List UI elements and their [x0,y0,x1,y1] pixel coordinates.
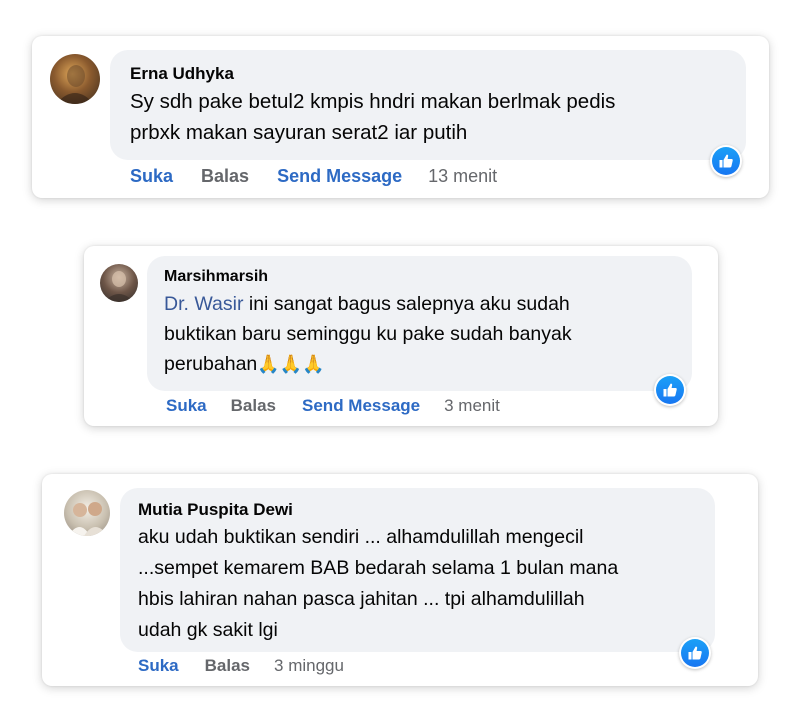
comment-card: Marsihmarsih Dr. Wasir ini sangat bagus … [84,246,718,426]
reply-link[interactable]: Balas [205,656,250,676]
comment-author[interactable]: Mutia Puspita Dewi [138,500,715,520]
comment-bubble: Mutia Puspita Dewi aku udah buktikan sen… [120,488,715,652]
thumbs-up-icon [688,646,702,660]
comment-text-line: Dr. Wasir ini sangat bagus salepnya aku … [164,289,692,319]
comment-text: aku udah buktikan sendiri ... alhamdulil… [138,522,715,646]
like-link[interactable]: Suka [130,166,173,187]
comment-text-line: ...sempet kemarem BAB bedarah selama 1 b… [138,557,619,579]
comment-text-line: buktikan baru seminggu ku pake sudah ban… [164,323,572,345]
reaction-badge[interactable] [710,145,742,177]
comment-author[interactable]: Marsihmarsih [164,267,692,287]
comment-text-line: aku udah buktikan sendiri ... alhamdulil… [138,526,584,548]
comment-text: Dr. Wasir ini sangat bagus salepnya aku … [164,289,692,379]
like-link[interactable]: Suka [138,656,179,676]
comment-text-line: udah gk sakit lgi [138,619,278,641]
thumbs-up-icon [663,383,677,397]
comment-text-line: hbis lahiran nahan pasca jahitan ... tpi… [138,588,585,610]
comment-timestamp[interactable]: 3 minggu [274,656,344,676]
comment-text-line: Sy sdh pake betul2 kmpis hndri makan ber… [130,90,616,113]
comment-text-segment: ini sangat bagus salepnya aku sudah [243,293,570,315]
send-message-link[interactable]: Send Message [277,166,402,187]
comment-bubble: Marsihmarsih Dr. Wasir ini sangat bagus … [147,256,692,391]
comment-timestamp[interactable]: 3 menit [444,396,500,416]
user-avatar-icon [56,65,94,104]
comment-card: Erna Udhyka Sy sdh pake betul2 kmpis hnd… [32,36,769,198]
reply-link[interactable]: Balas [201,166,249,187]
mention-link[interactable]: Dr. Wasir [164,293,243,315]
commenter-avatar[interactable] [64,490,110,536]
reply-link[interactable]: Balas [231,396,276,416]
comment-actions: Suka Balas Send Message 3 menit [166,396,500,416]
comment-timestamp[interactable]: 13 menit [428,166,497,187]
comment-text-segment: perubahan [164,353,258,375]
comment-text-line: prbxk makan sayuran serat2 iar putih [130,121,468,144]
comment-bubble: Erna Udhyka Sy sdh pake betul2 kmpis hnd… [110,50,746,160]
comment-text-line: perubahan🙏🙏🙏 [164,349,692,379]
comment-actions: Suka Balas 3 minggu [138,656,344,676]
comment-actions: Suka Balas Send Message 13 menit [130,166,497,187]
pray-emoji: 🙏🙏🙏 [257,354,325,374]
reaction-badge[interactable] [679,637,711,669]
comment-author[interactable]: Erna Udhyka [130,64,746,84]
commenter-avatar[interactable] [100,264,138,302]
like-link[interactable]: Suka [166,396,207,416]
user-avatar-icon [104,271,134,302]
thumbs-up-icon [719,154,733,168]
user-avatar-icon [68,502,108,536]
send-message-link[interactable]: Send Message [302,396,420,416]
comment-text: Sy sdh pake betul2 kmpis hndri makan ber… [130,86,746,148]
commenter-avatar[interactable] [50,54,100,104]
comment-card: Mutia Puspita Dewi aku udah buktikan sen… [42,474,758,686]
reaction-badge[interactable] [654,374,686,406]
